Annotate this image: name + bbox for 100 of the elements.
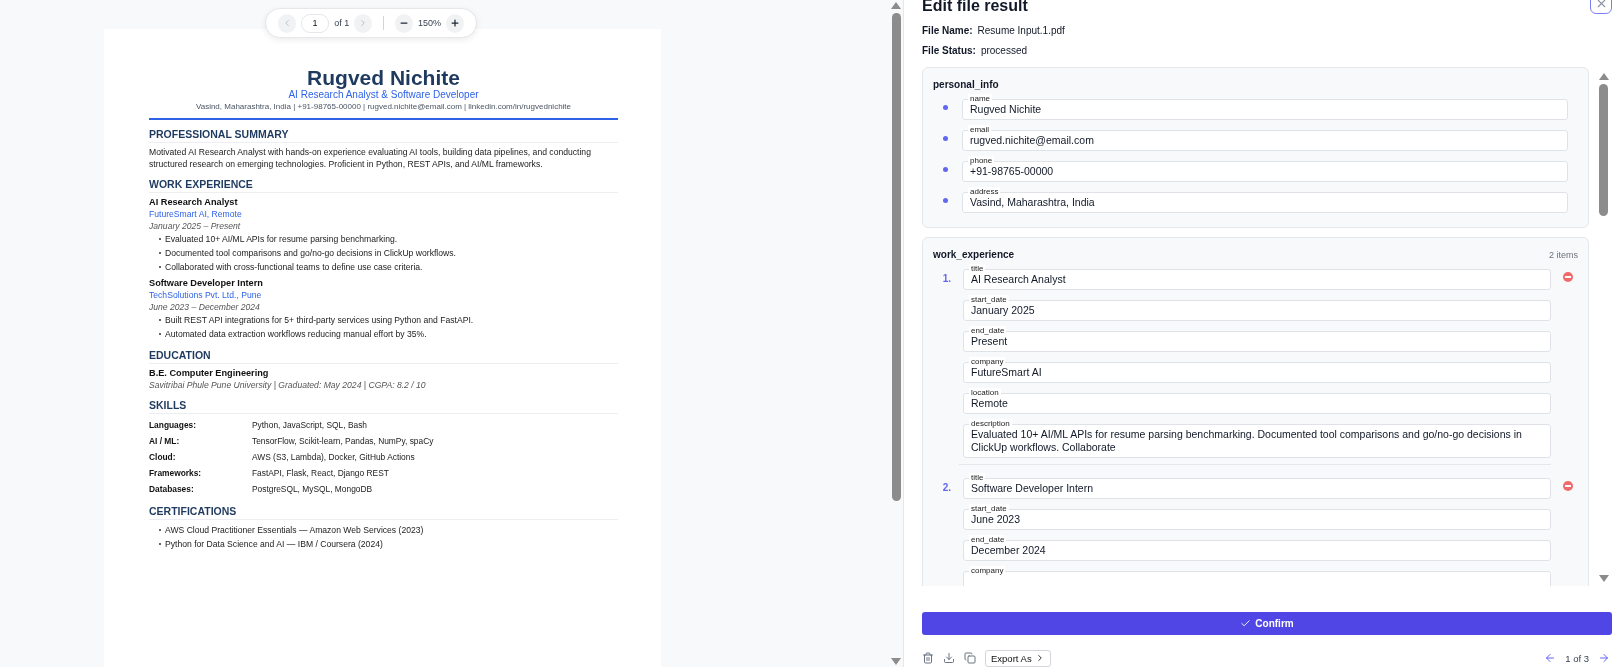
zoom-out-button[interactable] (395, 13, 414, 33)
date-range: January 2025 – Present (149, 220, 242, 232)
input-field[interactable]: start_date January 2025 (963, 295, 1551, 321)
section-heading: SKILLS (149, 399, 618, 414)
section-heading: PROFESSIONAL SUMMARY (149, 128, 618, 143)
remove-icon[interactable] (1563, 481, 1573, 491)
page-count: of 1 (334, 18, 350, 28)
item-count: 2 items (1549, 249, 1578, 260)
triangle-up-icon[interactable] (891, 2, 901, 9)
skill-value: FastAPI, Flask, React, Django REST (252, 468, 390, 478)
skill-value: PostgreSQL, MySQL, MongoDB (252, 484, 374, 494)
item-number: 2. (941, 482, 951, 493)
skill-label: Databases: (149, 484, 195, 494)
bullet-icon (943, 104, 948, 110)
input-field[interactable]: end_date December 2024 (963, 535, 1551, 561)
bullet-text: AWS Cloud Practitioner Essentials — Amazon Web Services (2023) (165, 524, 424, 536)
bullet-text: Collaborated with cross-functional teams to define use case criteria. (165, 261, 423, 273)
skill-value: AWS (S3, Lambda), Docker, GitHub Actions (252, 452, 416, 462)
input-field[interactable]: start_date June 2023 (963, 504, 1551, 530)
section-heading: EDUCATION (149, 349, 618, 364)
check-icon (1240, 618, 1252, 629)
field-label: start_date (969, 504, 1009, 514)
zoom-in-button[interactable] (446, 13, 464, 33)
zoom-level: 150% (418, 18, 442, 28)
arrow-left-icon (1544, 652, 1557, 664)
field-label: address (968, 187, 1001, 197)
previous-button[interactable] (1544, 652, 1557, 664)
section-title: work_experience (933, 249, 1015, 260)
field-label: company (969, 566, 1006, 576)
bullet-text: Python for Data Science and AI — IBM / Coursera (2024) (165, 538, 383, 550)
bullet-text: Automated data extraction workflows reducing manual effort by 35%. (165, 328, 427, 340)
panel-title: Edit file result (922, 0, 1028, 15)
meta-label: File Status: (922, 44, 976, 56)
input-field[interactable]: title AI Research Analyst (963, 264, 1551, 290)
input-field[interactable]: description Evaluated 10+ AI/ML APIs for resume parsing benchmarking. Documented tool comparisons and go/no-go decisions in ClickUp workflows. Collaborate (963, 419, 1551, 458)
skill-value: TensorFlow, Scikit-learn, Pandas, NumPy, spaCy (252, 436, 435, 446)
bullet-text: Evaluated 10+ AI/ML APIs for resume parsing benchmarking. (165, 233, 398, 245)
input-field[interactable]: phone +91-98765-00000 (962, 156, 1568, 182)
summary-text: Motivated AI Research Analyst with hands-on experience evaluating AI tools, building data pipelines, and conducting structured research on emerging technologies. Proficient in Python, REST APIs, and AI/ML frameworks. (149, 146, 592, 170)
field-label: start_date (969, 295, 1009, 305)
field-label: location (969, 388, 1001, 398)
input-field[interactable]: title Software Developer Intern (963, 473, 1551, 499)
triangle-down-icon[interactable] (1598, 575, 1609, 582)
remove-icon[interactable] (1563, 272, 1573, 282)
triangle-up-icon[interactable] (1598, 73, 1609, 80)
input-field[interactable]: address Vasind, Maharashtra, India (962, 187, 1568, 213)
next-button[interactable] (1598, 652, 1610, 664)
skill-label: Cloud: (149, 452, 177, 462)
copy-icon (964, 652, 976, 664)
meta-value: Resume Input.1.pdf (977, 24, 1065, 36)
skill-label: Languages: (149, 420, 197, 430)
degree-title: B.E. Computer Engineering (149, 367, 270, 379)
skill-label: Frameworks: (149, 468, 203, 478)
education-details: Savitribai Phule Pune University | Graduated: May 2024 | CGPA: 8.2 / 10 (149, 379, 427, 391)
skill-label: AI / ML: (149, 436, 181, 446)
section-heading: WORK EXPERIENCE (149, 178, 618, 193)
bullet-text: Documented tool comparisons and go/no-go decisions in ClickUp workflows. (165, 247, 456, 259)
trash-icon (922, 652, 934, 664)
meta-label: File Name: (922, 24, 973, 36)
copy-button[interactable] (964, 652, 976, 664)
meta-value: processed (980, 44, 1028, 56)
section-title: personal_info (933, 79, 999, 90)
resume-headline: AI Research Analyst & Software Developer (288, 89, 479, 101)
company-text: FutureSmart AI, Remote (149, 208, 243, 220)
triangle-down-icon[interactable] (891, 658, 901, 665)
date-range: June 2023 – December 2024 (149, 301, 261, 313)
export-button[interactable]: Export As (985, 649, 1051, 667)
input-field[interactable]: name Rugved Nichite (962, 94, 1568, 120)
field-label: title (969, 264, 986, 274)
job-title: AI Research Analyst (149, 196, 239, 208)
page-input[interactable]: 1 (300, 13, 330, 33)
confirm-button[interactable]: Confirm (922, 612, 1612, 635)
input-field[interactable]: end_date Present (963, 326, 1551, 352)
plus-icon (450, 18, 461, 28)
field-label: description (969, 419, 1012, 429)
field-label: email (968, 125, 992, 135)
contact-line: Vasind, Maharashtra, India | +91-98765-00000 | rugved.nichite@email.com | linkedin.com/in/rugvednichite (195, 101, 572, 113)
arrow-right-icon (1598, 652, 1610, 664)
field-label: title (969, 473, 986, 483)
scrollbar-thumb[interactable] (891, 13, 901, 501)
field-label: company (969, 357, 1006, 367)
resume-name: Rugved Nichite (307, 67, 460, 89)
field-label: name (968, 94, 992, 104)
job-title: Software Developer Intern (149, 277, 264, 289)
input-field[interactable]: company FutureSmart AI (963, 357, 1551, 383)
input-field[interactable]: location Remote (963, 388, 1551, 414)
item-number: 1. (941, 273, 951, 284)
field-label: phone (968, 156, 995, 166)
scrollbar-thumb[interactable] (1599, 84, 1608, 216)
bullet-icon (943, 166, 948, 172)
delete-button[interactable] (922, 652, 934, 664)
bullet-icon (943, 135, 948, 141)
download-button[interactable] (943, 652, 955, 664)
bullet-icon (943, 197, 948, 203)
download-icon (943, 652, 955, 664)
company-text: TechSolutions Pvt. Ltd., Pune (149, 289, 263, 301)
field-label: end_date (969, 535, 1007, 545)
skill-value: Python, JavaScript, SQL, Bash (252, 420, 368, 430)
input-field[interactable]: email rugved.nichite@email.com (962, 125, 1568, 151)
pager-text: 1 of 3 (1565, 652, 1589, 664)
